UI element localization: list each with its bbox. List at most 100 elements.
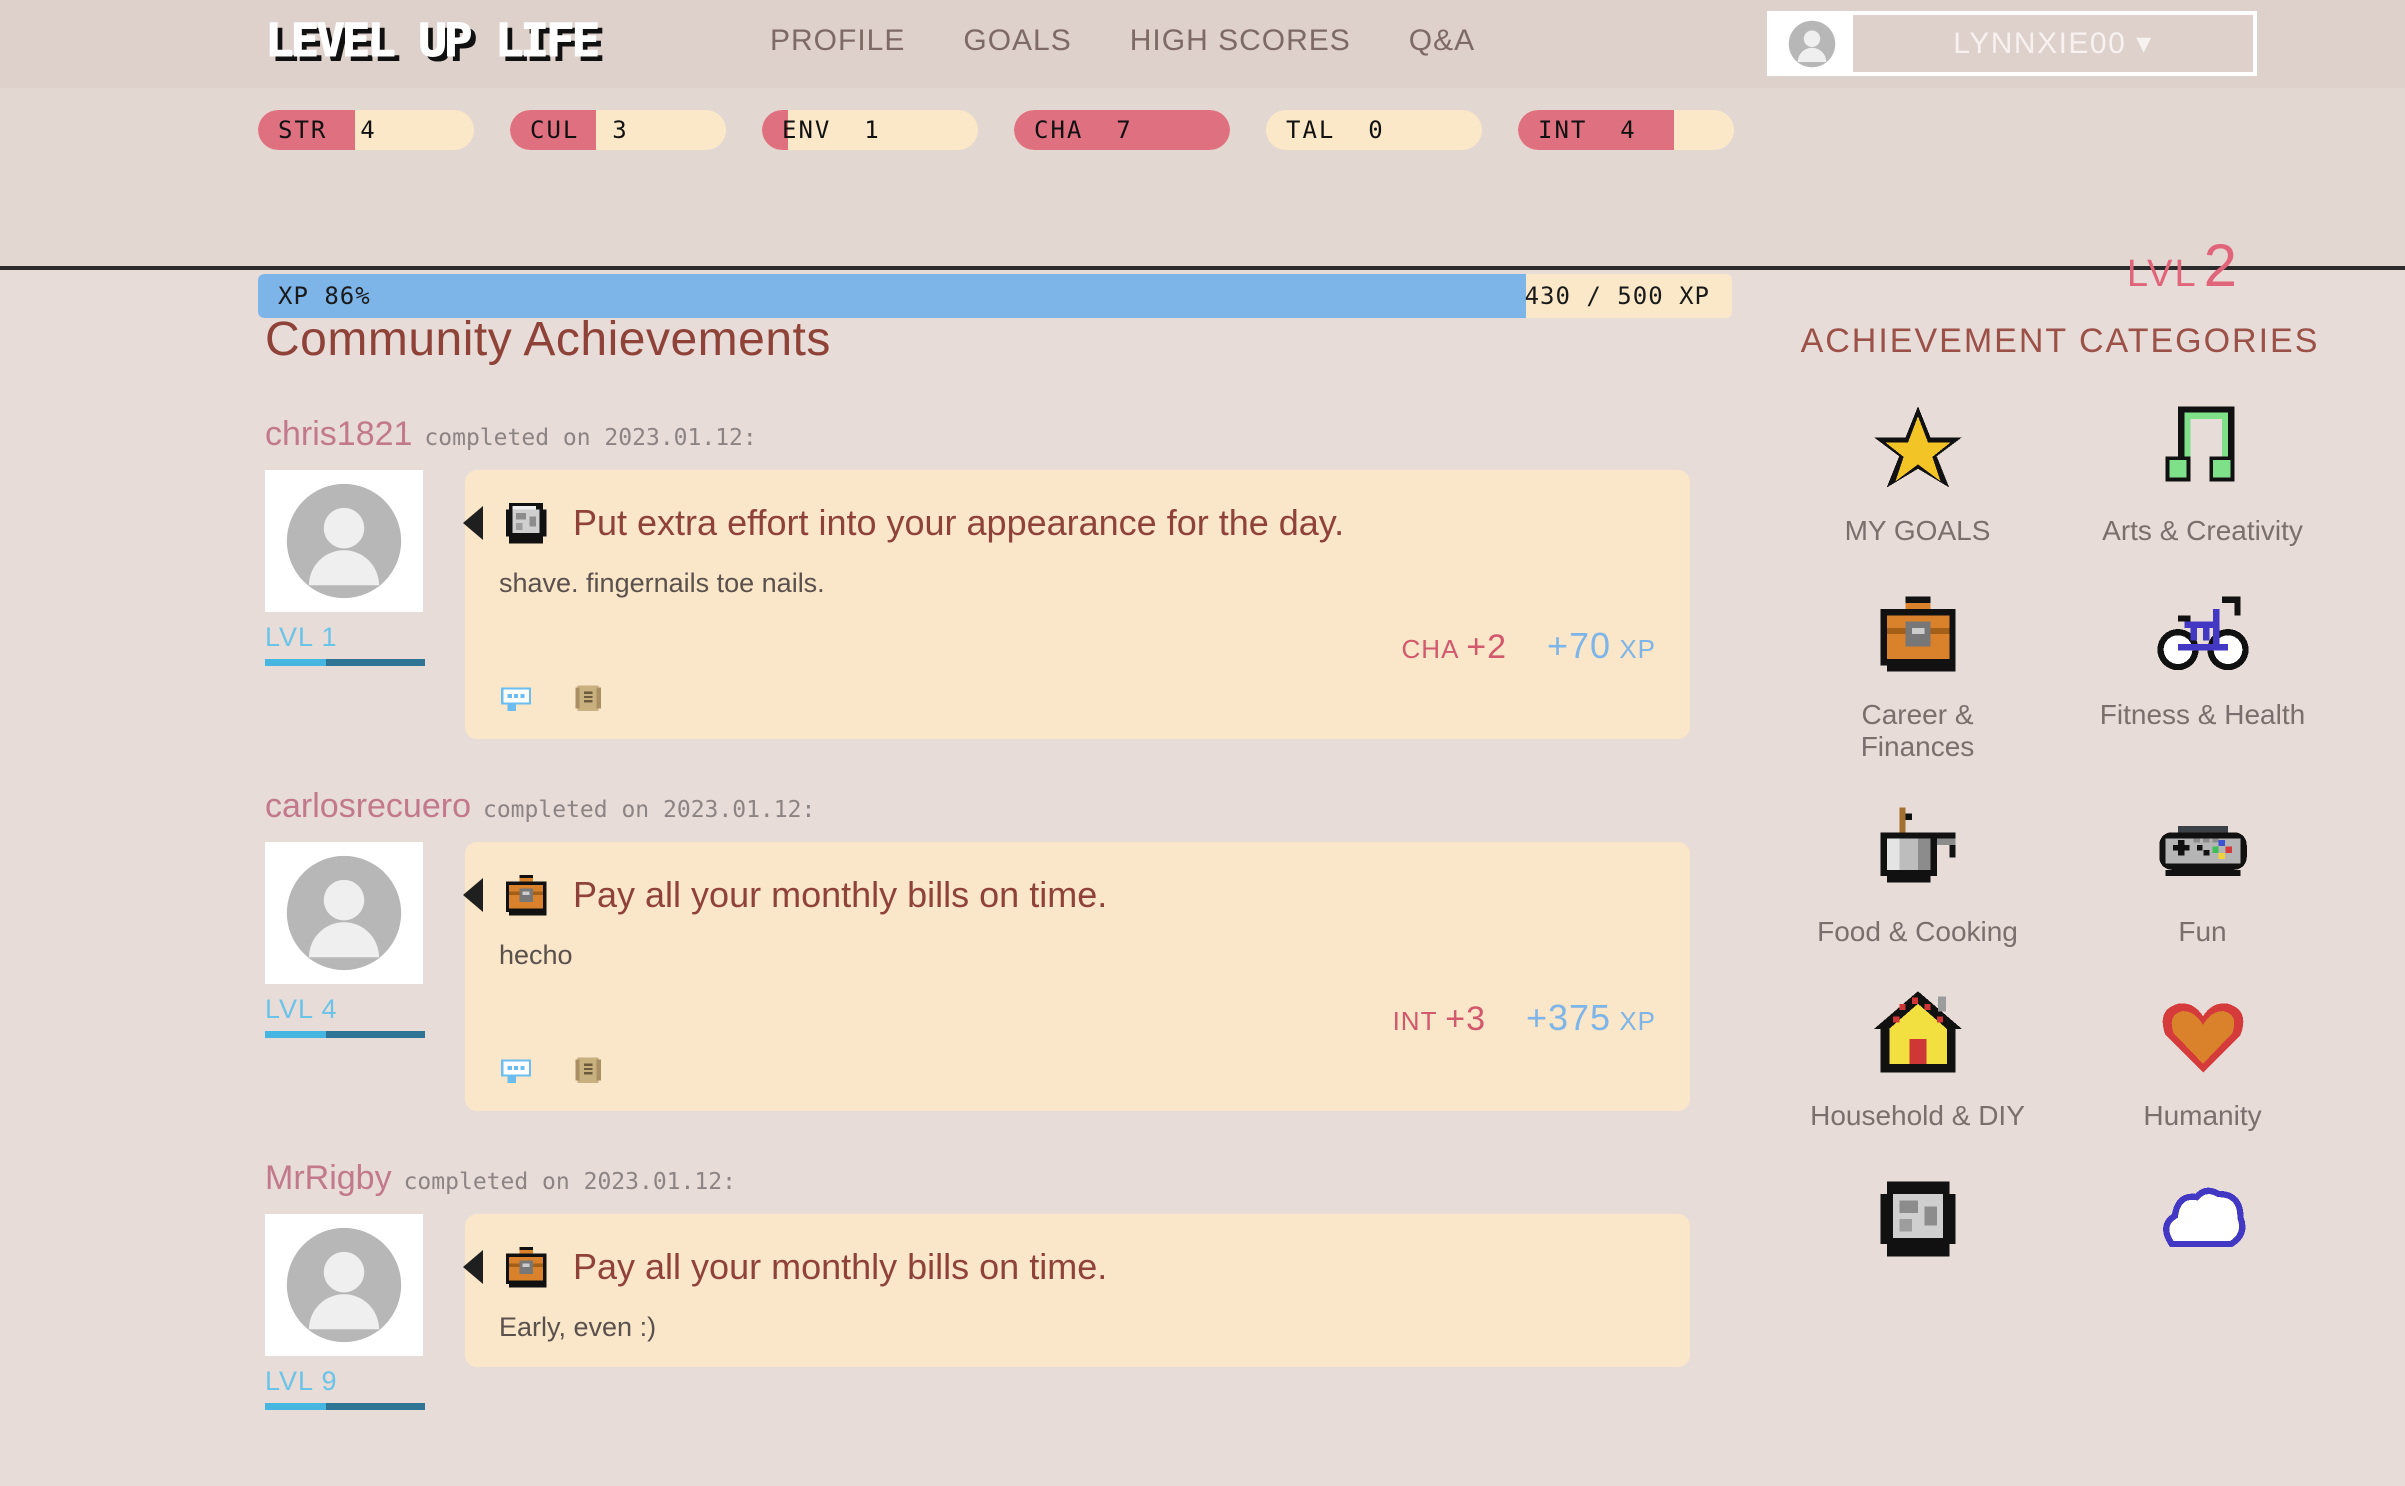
post-level-tag: LVL 9 xyxy=(265,1366,338,1396)
scroll-icon[interactable] xyxy=(571,1053,605,1087)
sidebar-item-label: Food & Cooking xyxy=(1817,915,2018,947)
post-level-progress xyxy=(265,659,425,666)
sidebar-item-label: Humanity xyxy=(2143,1099,2262,1131)
stat-pill-str[interactable]: STR 4 xyxy=(258,110,474,150)
achievement-note: Early, even :) xyxy=(499,1312,657,1342)
user-avatar-icon xyxy=(286,483,402,599)
sidebar-item-label: Fitness & Health xyxy=(2099,699,2306,731)
sidebar-item-label: Career & Finances xyxy=(1860,699,1975,763)
post-level-progress xyxy=(265,1403,425,1410)
sidebar-item-label: MY GOALS xyxy=(1844,515,1991,546)
briefcase-icon xyxy=(1868,579,1968,689)
top-header: LEVEL UP LIFE PROFILE GOALS HIGH SCORES … xyxy=(0,0,2405,88)
user-avatar-icon xyxy=(286,855,402,971)
briefcase-icon xyxy=(505,874,547,916)
reward-stat-code: CHA xyxy=(1401,634,1458,664)
sidebar-item-arts-creativity[interactable]: Arts & Creativity xyxy=(2060,395,2345,547)
sidebar-item-humanity[interactable]: Humanity xyxy=(2060,980,2345,1132)
site-logo[interactable]: LEVEL UP LIFE xyxy=(264,14,600,68)
achievement-card[interactable]: Put extra effort into your appearance fo… xyxy=(465,470,1690,739)
card-title-row: Pay all your monthly bills on time. xyxy=(499,1240,1656,1294)
user-menu[interactable]: LYNNXIE00 ▾ xyxy=(1767,11,2257,76)
stat-pill-str-label: STR 4 xyxy=(278,116,377,144)
user-avatar-icon xyxy=(1788,20,1836,67)
sidebar-item-household-diy[interactable]: Household & DIY xyxy=(1775,980,2060,1132)
achievement-card-wrap: Put extra effort into your appearance fo… xyxy=(463,470,1690,739)
post-avatar-column: LVL 9 xyxy=(265,1214,465,1410)
reward-xp: +375 XP xyxy=(1526,997,1656,1039)
bicycle-icon xyxy=(2153,579,2253,689)
post-header: chris1821 completed on 2023.01.12: xyxy=(265,415,1690,454)
sidebar-title: ACHIEVEMENT CATEGORIES xyxy=(1800,322,2320,360)
main-content: Community Achievements chris1821 complet… xyxy=(0,270,2405,1482)
sidebar-item-my-goals[interactable]: MY GOALS xyxy=(1775,395,2060,547)
sidebar-item-food-cooking[interactable]: Food & Cooking xyxy=(1775,796,2060,948)
sidebar-item-cloud[interactable] xyxy=(2060,1164,2345,1284)
stat-pill-cha[interactable]: CHA 7 xyxy=(1014,110,1230,150)
avatar xyxy=(1771,15,1853,72)
reward-xp-suffix: XP xyxy=(1619,634,1656,664)
reward-xp-delta: +375 xyxy=(1525,997,1612,1038)
mirror-icon xyxy=(1868,1164,1968,1274)
sidebar-item-label: Arts & Creativity xyxy=(2102,515,2303,546)
stat-pill-row: STR 4 CUL 3 ENV 1 CHA 7 TAL 0 INT 4 xyxy=(258,110,1734,150)
stat-pill-int-label: INT 4 xyxy=(1538,116,1637,144)
post-header: carlosrecuero completed on 2023.01.12: xyxy=(265,787,1690,826)
post-header: MrRigby completed on 2023.01.12: xyxy=(265,1159,1690,1198)
scroll-icon[interactable] xyxy=(571,681,605,715)
nav-item-qa[interactable]: Q&A xyxy=(1409,24,1475,58)
post-level-progress xyxy=(265,1031,425,1038)
reward-xp: +70 XP xyxy=(1547,625,1656,667)
heart-icon xyxy=(2153,980,2253,1090)
nav-item-profile[interactable]: PROFILE xyxy=(770,24,905,58)
list-item: MrRigby completed on 2023.01.12: LVL 9 P… xyxy=(265,1159,1690,1410)
cloud-icon xyxy=(2153,1164,2253,1274)
sidebar-item-career-finances[interactable]: Career & Finances xyxy=(1775,579,2060,763)
reward-stat-delta: +3 xyxy=(1445,1000,1486,1038)
reward-stat-delta: +2 xyxy=(1466,628,1507,666)
sidebar-item-fun[interactable]: Fun xyxy=(2060,796,2345,948)
avatar[interactable] xyxy=(265,1214,423,1356)
stat-pill-tal[interactable]: TAL 0 xyxy=(1266,110,1482,150)
post-avatar-column: LVL 1 xyxy=(265,470,465,739)
achievement-card[interactable]: Pay all your monthly bills on time. hech… xyxy=(465,842,1690,1111)
stat-pill-env[interactable]: ENV 1 xyxy=(762,110,978,150)
achievement-note: hecho xyxy=(499,940,573,970)
post-username[interactable]: MrRigby xyxy=(265,1159,392,1198)
post-avatar-column: LVL 4 xyxy=(265,842,465,1111)
comment-icon[interactable] xyxy=(499,681,533,715)
post-username[interactable]: chris1821 xyxy=(265,415,412,454)
star-icon xyxy=(1868,395,1968,505)
main-nav: PROFILE GOALS HIGH SCORES Q&A xyxy=(770,24,1475,58)
reward-xp-suffix: XP xyxy=(1619,1006,1656,1036)
stat-pill-cul-label: CUL 3 xyxy=(530,116,629,144)
achievement-card[interactable]: Pay all your monthly bills on time. Earl… xyxy=(465,1214,1690,1367)
reward-stat: CHA +2 xyxy=(1402,628,1507,667)
achievement-title: Put extra effort into your appearance fo… xyxy=(573,502,1345,543)
card-pointer xyxy=(463,506,483,540)
sidebar-item-label: Fun xyxy=(2178,915,2227,947)
reward-stat: INT +3 xyxy=(1393,1000,1486,1039)
mirror-icon xyxy=(505,502,547,544)
list-item: carlosrecuero completed on 2023.01.12: L… xyxy=(265,787,1690,1111)
card-title-row: Put extra effort into your appearance fo… xyxy=(499,496,1656,550)
stat-pill-int[interactable]: INT 4 xyxy=(1518,110,1734,150)
achievement-feed: Community Achievements chris1821 complet… xyxy=(265,270,1690,1410)
achievement-note: shave. fingernails toe nails. xyxy=(499,568,825,598)
sidebar-item-grooming[interactable] xyxy=(1775,1164,2060,1284)
stat-pill-env-label: ENV 1 xyxy=(782,116,881,144)
nav-item-goals[interactable]: GOALS xyxy=(963,24,1071,58)
achievement-card-wrap: Pay all your monthly bills on time. Earl… xyxy=(463,1214,1690,1410)
category-grid: MY GOALS Arts & Creativity Career & Fina… xyxy=(1715,395,2405,1284)
avatar[interactable] xyxy=(265,470,423,612)
reward-stat-code: INT xyxy=(1392,1006,1437,1036)
stat-pill-cul[interactable]: CUL 3 xyxy=(510,110,726,150)
sidebar-item-fitness-health[interactable]: Fitness & Health xyxy=(2060,579,2345,763)
post-username[interactable]: carlosrecuero xyxy=(265,787,471,826)
comment-icon[interactable] xyxy=(499,1053,533,1087)
house-icon xyxy=(1868,980,1968,1090)
achievement-rewards: INT +3 +375 XP xyxy=(499,997,1656,1039)
nav-item-high-scores[interactable]: HIGH SCORES xyxy=(1130,24,1351,58)
post-level-tag: LVL 1 xyxy=(265,622,338,652)
avatar[interactable] xyxy=(265,842,423,984)
